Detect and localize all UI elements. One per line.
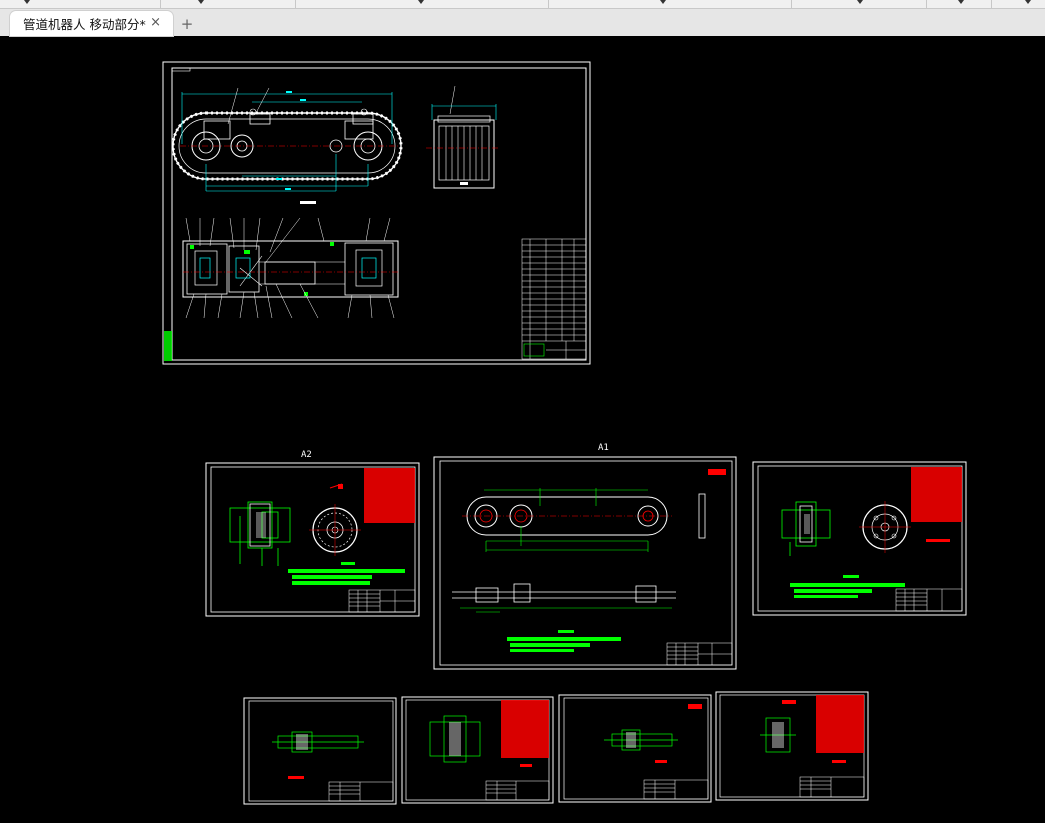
- cad-drawing: [162, 61, 967, 805]
- document-tab[interactable]: 管道机器人 移动部分* ×: [10, 11, 173, 36]
- add-tab-icon[interactable]: +: [178, 15, 196, 33]
- dropdown-arrow-icon[interactable]: [958, 0, 964, 4]
- sheet-shaft-2[interactable]: [558, 694, 712, 803]
- dropdown-arrow-icon[interactable]: [1025, 0, 1031, 4]
- dropdown-arrow-icon[interactable]: [857, 0, 863, 4]
- sheet-a2[interactable]: [205, 462, 420, 617]
- assembly-sheet[interactable]: [162, 61, 591, 365]
- sheet-label-a2: A2: [301, 450, 312, 460]
- sheet-bearing-seat[interactable]: [401, 696, 554, 804]
- dropdown-arrow-icon[interactable]: [660, 0, 666, 4]
- drive-section-view: [182, 240, 399, 298]
- dropdown-arrow-icon[interactable]: [418, 0, 424, 4]
- sheet-label-a1: A1: [598, 443, 609, 453]
- track-dimensions: [181, 92, 393, 192]
- drawing-canvas[interactable]: A2 A1: [0, 36, 1045, 823]
- track-side-view: [433, 85, 495, 189]
- sheet-shaft-1[interactable]: [243, 697, 397, 805]
- top-toolbar-strip: [0, 0, 1045, 9]
- sheet-hub-part[interactable]: [752, 461, 967, 616]
- a1-side-plate-view: [462, 493, 706, 539]
- strip-cell: [548, 0, 792, 8]
- strip-cell: [160, 0, 296, 8]
- a2-flange-view: [309, 504, 361, 556]
- track-front-view: [171, 108, 403, 181]
- dropdown-arrow-icon[interactable]: [198, 0, 204, 4]
- close-icon[interactable]: ×: [150, 15, 161, 30]
- document-tab-bar: 管道机器人 移动部分* × +: [0, 9, 1045, 36]
- document-tab-title: 管道机器人 移动部分*: [23, 17, 146, 32]
- sheet-a1[interactable]: [433, 456, 737, 670]
- dropdown-arrow-icon[interactable]: [24, 0, 30, 4]
- sheet-sprocket[interactable]: [715, 691, 869, 801]
- a1-top-plate-view: [452, 583, 676, 603]
- parts-list-table: [521, 238, 587, 360]
